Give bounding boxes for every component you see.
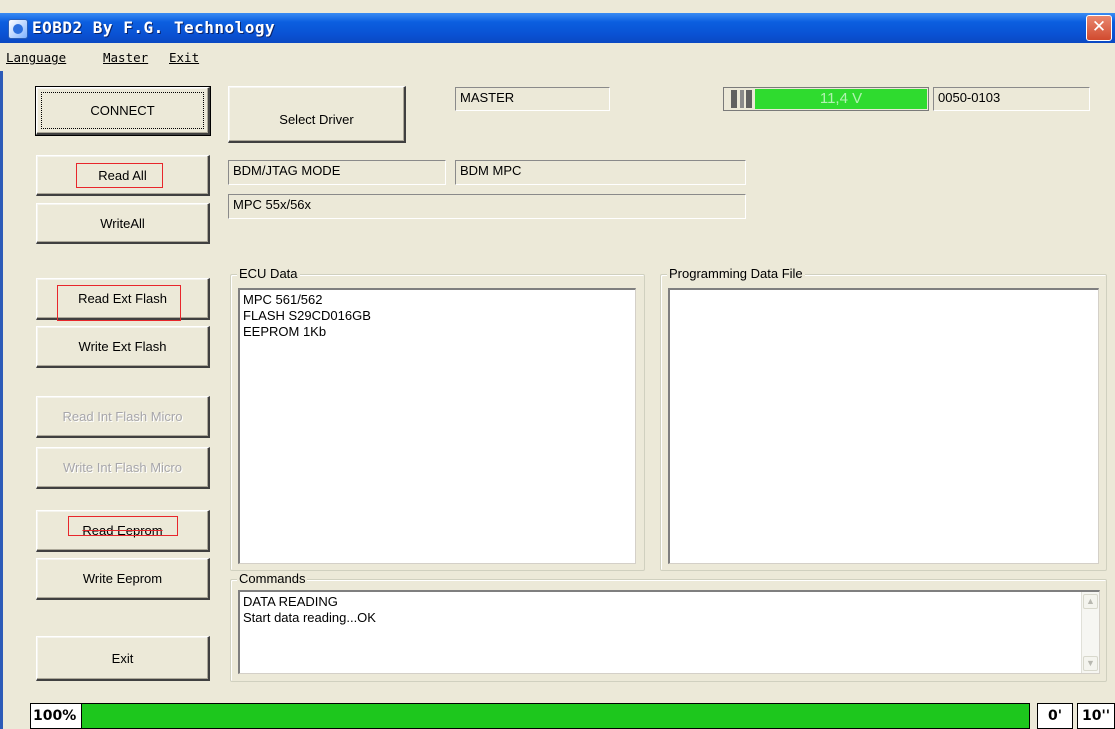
ecu-data-line: MPC 561/562: [243, 292, 323, 307]
elapsed-minutes: 0': [1037, 703, 1073, 729]
menu-language[interactable]: Language: [6, 50, 66, 65]
programming-data-label: Programming Data File: [667, 266, 805, 281]
elapsed-seconds: 10'': [1077, 703, 1115, 729]
write-ext-flash-button[interactable]: Write Ext Flash: [36, 326, 210, 368]
programming-data-list[interactable]: [668, 288, 1099, 564]
read-all-label: Read All: [98, 167, 147, 183]
version-field: 0050-0103: [933, 87, 1090, 111]
programming-data-group: Programming Data File: [660, 266, 1107, 571]
read-ext-flash-button[interactable]: Read Ext Flash: [36, 278, 210, 320]
voltage-seg-2: [740, 90, 744, 108]
voltage-seg-1: [731, 90, 737, 108]
menu-master[interactable]: Master: [103, 50, 148, 65]
voltage-value: 11,4 V: [755, 89, 927, 109]
commands-group: Commands DATA READING Start data reading…: [230, 571, 1107, 682]
progress-bar: [82, 703, 1030, 729]
mcu-family-field: MPC 55x/56x: [228, 194, 746, 219]
write-eeprom-label: Write Eeprom: [82, 571, 163, 586]
menu-bar: Language Master Exit: [0, 43, 1115, 71]
read-int-flash-label: Read Int Flash Micro: [62, 409, 183, 424]
write-all-label: WriteAll: [100, 215, 145, 231]
scroll-down-icon[interactable]: ▼: [1083, 656, 1098, 671]
connect-label: CONNECT: [90, 103, 155, 118]
ecu-data-list[interactable]: MPC 561/562 FLASH S29CD016GB EEPROM 1Kb: [238, 288, 636, 564]
commands-line: Start data reading...OK: [243, 610, 376, 625]
ecu-data-line: EEPROM 1Kb: [243, 324, 327, 339]
status-bar: 100% 0' 10'': [30, 703, 1115, 729]
write-ext-flash-label: Write Ext Flash: [78, 339, 167, 354]
mode-field: BDM/JTAG MODE: [228, 160, 446, 185]
close-button[interactable]: ✕: [1086, 15, 1112, 41]
scroll-up-icon[interactable]: ▲: [1083, 594, 1098, 609]
write-int-flash-button[interactable]: Write Int Flash Micro: [36, 447, 210, 489]
window-left-edge: [0, 71, 3, 729]
read-int-flash-button[interactable]: Read Int Flash Micro: [36, 396, 210, 438]
protocol-field: BDM MPC: [455, 160, 746, 185]
write-all-button[interactable]: WriteAll: [36, 203, 210, 244]
ecu-data-line: FLASH S29CD016GB: [243, 308, 371, 323]
voltage-indicator: 11,4 V: [723, 87, 929, 111]
progress-percent: 100%: [30, 703, 82, 729]
read-eeprom-label: Read Eeprom: [82, 523, 163, 538]
ecu-data-label: ECU Data: [237, 266, 300, 281]
connect-button[interactable]: CONNECT: [35, 86, 211, 136]
write-int-flash-label: Write Int Flash Micro: [63, 460, 182, 475]
app-icon: [8, 19, 28, 39]
voltage-seg-3: [746, 90, 752, 108]
ecu-data-group: ECU Data MPC 561/562 FLASH S29CD016GB EE…: [230, 266, 645, 571]
exit-label: Exit: [111, 650, 134, 666]
read-all-button[interactable]: Read All: [36, 155, 210, 196]
commands-scrollbar[interactable]: ▲ ▼: [1081, 592, 1099, 673]
commands-log[interactable]: DATA READING Start data reading...OK ▲ ▼: [238, 590, 1100, 674]
app-window: EOBD2 By F.G. Technology ✕ Language Mast…: [0, 0, 1115, 729]
write-eeprom-button[interactable]: Write Eeprom: [36, 558, 210, 600]
read-ext-flash-label: Read Ext Flash: [78, 291, 167, 306]
master-field: MASTER: [455, 87, 610, 111]
menu-exit[interactable]: Exit: [169, 50, 199, 65]
commands-line: DATA READING: [243, 594, 338, 609]
title-bar: EOBD2 By F.G. Technology ✕: [0, 13, 1115, 43]
select-driver-label: Select Driver: [279, 111, 354, 127]
select-driver-button[interactable]: Select Driver: [228, 86, 406, 143]
exit-button[interactable]: Exit: [36, 636, 210, 681]
read-eeprom-button[interactable]: Read Eeprom: [36, 510, 210, 552]
commands-label: Commands: [237, 571, 308, 586]
window-title: EOBD2 By F.G. Technology: [32, 18, 276, 37]
